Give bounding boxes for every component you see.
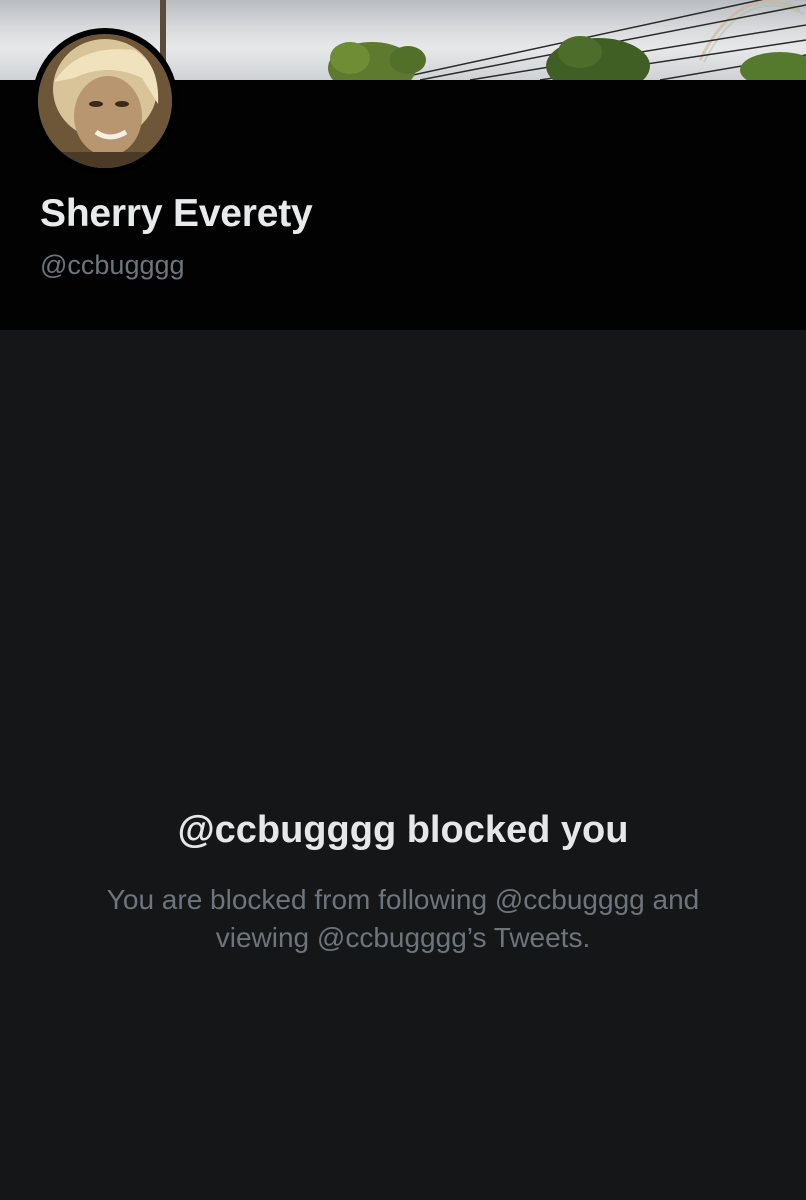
avatar[interactable] [32,28,178,174]
profile-photo-icon [38,34,172,168]
blocked-description: You are blocked from following @ccbugggg… [106,884,700,953]
user-handle: @ccbugggg [40,250,185,280]
blocked-notice: @ccbugggg blocked you You are blocked fr… [0,805,806,957]
display-name: Sherry Everety [40,192,313,235]
blocked-title: @ccbugggg blocked you [177,809,629,851]
